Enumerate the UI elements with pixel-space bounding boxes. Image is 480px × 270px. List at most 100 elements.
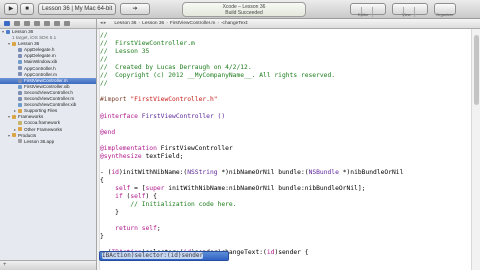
code-token: id	[111, 168, 119, 176]
code-token: {	[100, 176, 104, 184]
search-navigator-tab-icon[interactable]	[24, 21, 30, 26]
file-icon	[18, 109, 22, 113]
code-token: FirstViewController ()	[137, 112, 226, 120]
project-subtitle: 1 target, iOS SDK 5.1	[12, 35, 57, 41]
code-line[interactable]: @synthesize textField;	[100, 152, 183, 161]
code-token: NSBundle	[308, 168, 339, 176]
file-tree-item-label: SecondViewController.h	[24, 89, 73, 95]
code-token: = [	[130, 184, 146, 192]
file-icon	[18, 72, 22, 77]
code-line[interactable]: // Copyright (c) 2012 __MyCompanyName__.…	[100, 71, 335, 80]
add-file-button[interactable]: +	[3, 262, 7, 268]
code-token: self	[141, 225, 157, 233]
file-icon	[18, 127, 22, 132]
code-line[interactable]: #import "FirstViewController.h"	[100, 95, 218, 104]
breadcrumb-separator-icon: ›	[166, 21, 168, 26]
code-token: self	[100, 184, 131, 192]
code-token: }	[100, 233, 104, 241]
code-token: @synthesize	[100, 152, 142, 160]
code-token: )sender {	[274, 249, 309, 257]
code-token: FirstViewController	[156, 144, 233, 152]
code-line[interactable]: // Initialization code here.	[100, 200, 236, 209]
file-icon	[18, 121, 22, 126]
file-icon	[18, 84, 22, 89]
code-token: *)nibNameOrNil bundle:(	[217, 168, 309, 176]
utilities-toggle-icon[interactable]	[415, 7, 426, 17]
code-token: *)nibBundleOrNil	[338, 168, 404, 176]
project-navigator: ▾ Lesson 36 1 target, iOS SDK 5.1 ▾ Lesson…	[0, 19, 97, 270]
code-line[interactable]: @end	[100, 128, 115, 137]
project-icon	[6, 29, 10, 34]
breadcrumb-item[interactable]: FirstViewController.m	[170, 19, 216, 28]
code-token: #import	[100, 96, 131, 104]
debug-navigator-tab-icon[interactable]	[44, 21, 50, 26]
jump-bar: ◂ ▸ Lesson 36 › Lesson 36 › FirstViewControl…	[97, 19, 480, 29]
organizer-caption: Organizer	[436, 12, 454, 17]
code-token: NSString	[187, 168, 218, 176]
file-tree-item-label: Cocoa.framework	[24, 120, 60, 126]
file-icon	[18, 78, 22, 83]
file-icon	[18, 60, 22, 65]
breadcrumb-item[interactable]: Lesson 36	[114, 19, 136, 28]
code-line[interactable]: }	[100, 232, 104, 241]
code-token: //	[100, 56, 108, 64]
navigator-footer: +	[0, 260, 96, 270]
code-line[interactable]: @interface FirstViewController ()	[100, 112, 225, 121]
view-caption: View	[402, 12, 411, 17]
file-tree-item-label: FirstViewController.xib	[24, 83, 70, 89]
code-token: ) {	[145, 193, 157, 200]
breakpoint-navigator-tab-icon[interactable]	[54, 21, 60, 26]
file-icon	[12, 133, 16, 138]
code-token: if	[100, 193, 123, 200]
code-line[interactable]: //	[100, 79, 108, 88]
file-icon	[18, 54, 22, 59]
file-tree-item[interactable]: Lesson 36.app	[0, 139, 96, 145]
code-token: ;	[156, 225, 161, 233]
activity-status: Build Succeeded	[225, 10, 263, 16]
code-token: }	[100, 209, 119, 217]
breadcrumb-item[interactable]: -changeText:	[221, 19, 248, 28]
breadcrumb: Lesson 36 › Lesson 36 › FirstViewController.…	[114, 21, 250, 26]
issue-navigator-tab-icon[interactable]	[34, 21, 40, 26]
log-navigator-tab-icon[interactable]	[64, 21, 70, 26]
code-token: super	[145, 184, 165, 192]
breakpoint-icon: ➔	[132, 6, 138, 12]
scheme-popup[interactable]: Lesson 36 | My Mac 64-bit	[38, 3, 116, 15]
code-line[interactable]: return self;	[100, 224, 161, 233]
version-editor-icon[interactable]	[373, 7, 384, 17]
code-token: textField;	[141, 152, 184, 160]
stop-button[interactable]: ■	[20, 3, 34, 15]
code-line[interactable]: - (id)initWithNibName:(NSString *)nibNam…	[100, 168, 403, 177]
code-completion-popup[interactable]: IBAction)selector:(id)sender	[99, 251, 229, 261]
file-icon	[12, 115, 16, 120]
source-editor[interactable]: //// FirstViewController.m// Lesson 35//…	[97, 29, 471, 270]
file-tree-item-label: AppController.m	[24, 71, 57, 77]
file-tree-item-label: SecondViewController.xib	[24, 102, 77, 108]
breakpoints-button[interactable]: ➔	[120, 3, 150, 15]
code-token: // Created by Lucas Derraugh on 4/2/12.	[100, 64, 252, 72]
code-line[interactable]: }	[100, 208, 119, 217]
file-tree-item-label: AppDelegate.m	[24, 53, 56, 59]
symbol-navigator-tab-icon[interactable]	[14, 21, 20, 26]
file-icon	[18, 90, 22, 95]
file-tree-item-label: Products	[18, 132, 37, 138]
file-tree-item-label: AppDelegate.h	[24, 47, 55, 53]
breadcrumb-separator-icon: ›	[217, 21, 219, 26]
code-token: - (	[100, 168, 112, 176]
run-button[interactable]: ▶	[4, 3, 18, 15]
completion-suggestion[interactable]: IBAction)selector:(id)sender	[102, 252, 204, 259]
code-token: initWithNibName:nibNameOrNil bundle:nibB…	[164, 184, 366, 192]
scrollbar-thumb[interactable]	[474, 35, 479, 105]
project-title: Lesson 36	[12, 29, 34, 34]
file-tree-item-label: Lesson 36.app	[24, 138, 55, 144]
file-tree-item-label: Lesson 36	[18, 41, 40, 47]
file-tree-item-label: SecondViewController.m	[24, 96, 75, 102]
window-toolbar: ▶ ■ Lesson 36 | My Mac 64-bit ➔ Xcode – …	[0, 0, 480, 19]
code-token: // FirstViewController.m	[100, 40, 195, 48]
stop-icon: ■	[25, 6, 29, 12]
navigator-tab-bar	[0, 19, 96, 29]
breadcrumb-item[interactable]: Lesson 36	[142, 19, 164, 28]
project-navigator-tab-icon[interactable]	[4, 21, 10, 26]
back-forward-arrows-icon[interactable]: ◂ ▸	[97, 19, 113, 28]
vertical-scrollbar[interactable]	[471, 29, 480, 270]
